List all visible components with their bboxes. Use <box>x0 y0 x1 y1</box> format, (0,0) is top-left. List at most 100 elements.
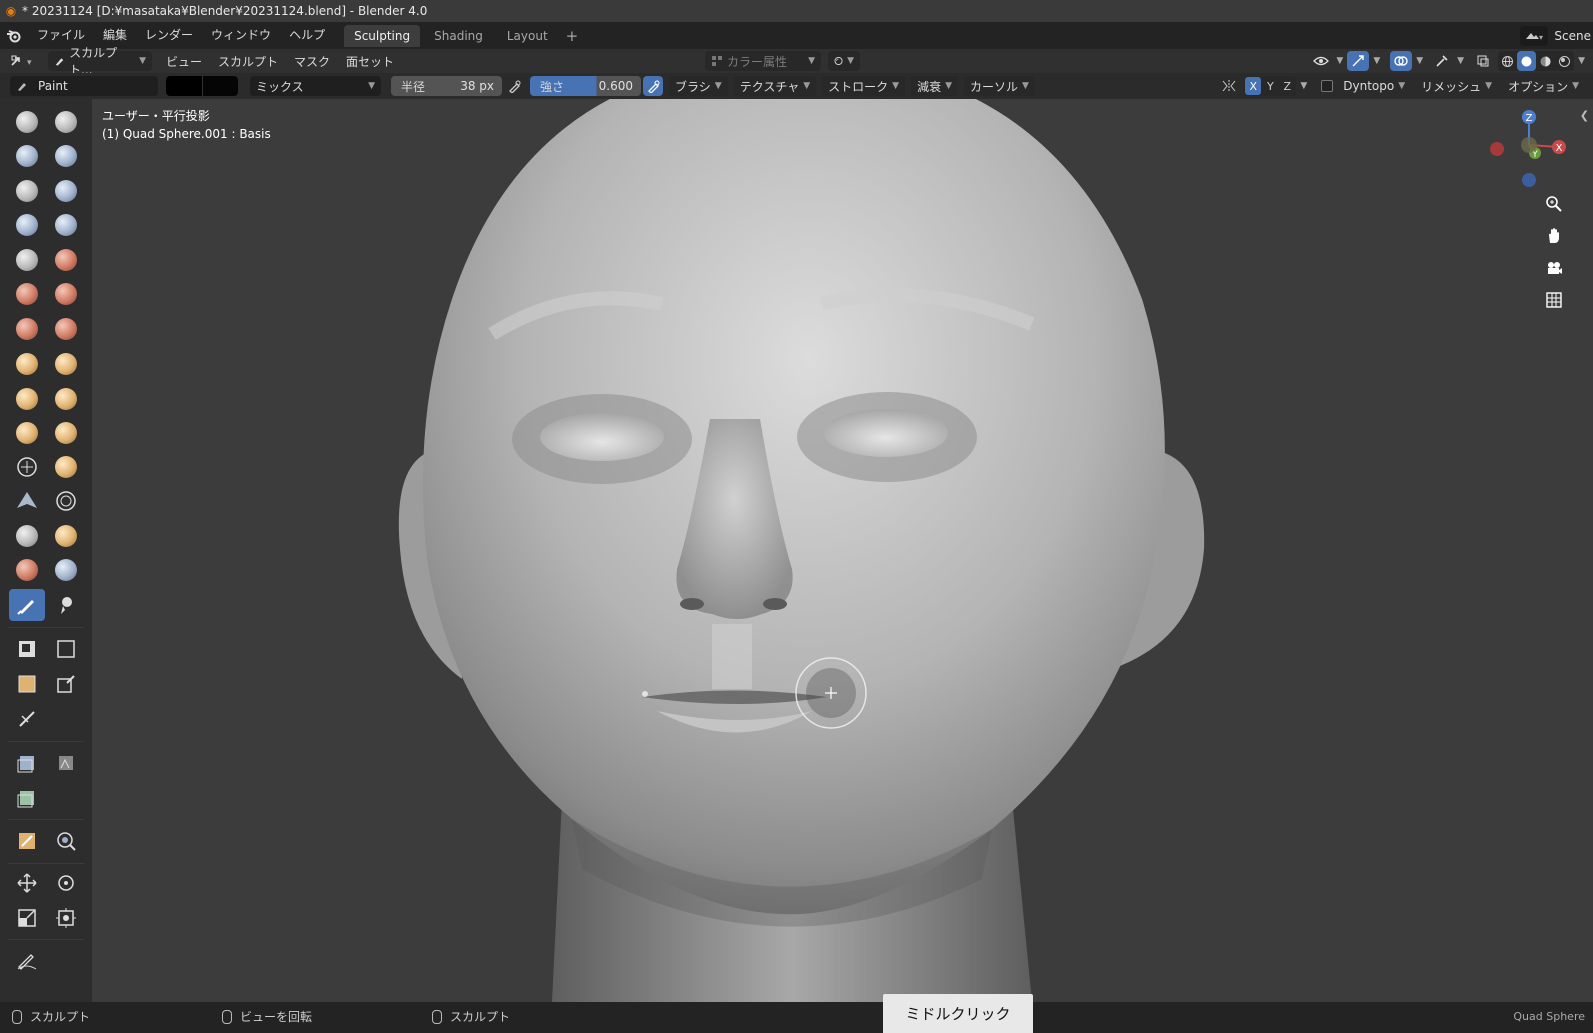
tool-clay-strips[interactable] <box>48 140 84 172</box>
visibility-icon[interactable] <box>1310 51 1332 71</box>
zoom-icon[interactable] <box>1541 191 1567 217</box>
tool-slide-relax[interactable] <box>48 451 84 483</box>
stroke-menu[interactable]: ストローク ▼ <box>822 76 906 96</box>
tool-draw-sharp[interactable] <box>48 106 84 138</box>
tool-mesh-filter[interactable] <box>9 747 45 779</box>
tool-mask[interactable] <box>48 520 84 552</box>
tool-nudge[interactable] <box>48 417 84 449</box>
tool-snake-hook[interactable] <box>9 383 45 415</box>
tool-layer[interactable] <box>9 175 45 207</box>
chevron-down-icon[interactable]: ▼ <box>1336 56 1343 66</box>
brush-selector[interactable]: Paint <box>10 76 158 96</box>
tab-sculpting[interactable]: Sculpting <box>344 24 421 47</box>
strength-field[interactable]: 強さ 0.600 <box>530 76 641 96</box>
tool-line-project[interactable] <box>9 703 45 735</box>
eyedropper-icon[interactable] <box>1431 51 1453 71</box>
menu-mask[interactable]: マスク <box>288 51 336 71</box>
solid-shading-icon[interactable] <box>1517 51 1537 71</box>
tool-crease[interactable] <box>48 209 84 241</box>
menu-view[interactable]: ビュー <box>160 51 208 71</box>
tool-scrape[interactable] <box>48 278 84 310</box>
tab-shading[interactable]: Shading <box>424 25 493 47</box>
overlays-icon[interactable] <box>1390 51 1413 71</box>
symmetry-z-toggle[interactable]: Z <box>1279 77 1295 95</box>
add-workspace-button[interactable]: + <box>558 27 587 45</box>
tool-annotate[interactable] <box>9 944 45 976</box>
tool-box-trim[interactable] <box>48 668 84 700</box>
symmetry-dropdown[interactable]: ▼ <box>828 51 860 71</box>
tool-rotate-transform[interactable] <box>48 867 84 899</box>
tool-rotate[interactable] <box>9 451 45 483</box>
camera-view-icon[interactable] <box>1541 255 1567 281</box>
radius-field[interactable]: 半径 38 px <box>391 76 502 96</box>
remesh-dropdown[interactable]: リメッシュ ▼ <box>1415 76 1498 96</box>
tool-multiplane-scrape[interactable] <box>9 313 45 345</box>
chevron-down-icon[interactable]: ▼ <box>1457 56 1464 66</box>
strength-pressure-button[interactable] <box>643 76 663 96</box>
pan-hand-icon[interactable] <box>1541 223 1567 249</box>
radius-pressure-button[interactable] <box>504 76 524 96</box>
tool-clay[interactable] <box>9 140 45 172</box>
navigation-gizmo[interactable]: Z X Y <box>1483 107 1573 197</box>
sculpted-head-mesh[interactable] <box>92 99 1593 1002</box>
options-dropdown[interactable]: オプション ▼ <box>1502 76 1585 96</box>
menu-window[interactable]: ウィンドウ <box>202 22 280 49</box>
menu-sculpt[interactable]: スカルプト <box>212 51 284 71</box>
tool-pinch[interactable] <box>48 313 84 345</box>
tool-grab[interactable] <box>9 348 45 380</box>
tab-layout[interactable]: Layout <box>497 25 558 47</box>
editor-type-icon[interactable]: ▾ <box>8 51 38 71</box>
tool-inflate[interactable] <box>48 175 84 207</box>
tool-simplify[interactable] <box>9 520 45 552</box>
blend-mode-dropdown[interactable]: ミックス ▼ <box>250 76 381 96</box>
dyntopo-checkbox[interactable] <box>1321 80 1334 92</box>
blender-menu-icon[interactable] <box>0 22 28 49</box>
dyntopo-dropdown[interactable]: Dyntopo ▼ <box>1337 76 1411 96</box>
tool-box-face-set[interactable] <box>9 668 45 700</box>
falloff-menu[interactable]: 減衰 ▼ <box>911 76 959 96</box>
tool-cloth-filter[interactable] <box>48 747 84 779</box>
symmetry-y-toggle[interactable]: Y <box>1262 77 1278 95</box>
brush-menu[interactable]: ブラシ ▼ <box>669 76 728 96</box>
texture-menu[interactable]: テクスチャ ▼ <box>733 76 817 96</box>
wireframe-shading-icon[interactable] <box>1498 51 1517 71</box>
tool-edit-face-set[interactable] <box>9 825 45 857</box>
tool-draw[interactable] <box>9 106 45 138</box>
tool-thumb[interactable] <box>48 383 84 415</box>
menu-help[interactable]: ヘルプ <box>280 22 334 49</box>
tool-fill[interactable] <box>9 278 45 310</box>
material-shading-icon[interactable] <box>1536 51 1555 71</box>
chevron-down-icon[interactable]: ▼ <box>1416 56 1423 66</box>
xray-toggle-icon[interactable] <box>1472 51 1494 71</box>
3d-viewport[interactable]: ユーザー・平行投影 (1) Quad Sphere.001 : Basis ❮ … <box>92 99 1593 1002</box>
sidebar-toggle-icon[interactable]: ❮ <box>1580 109 1589 122</box>
tool-multires-displacement[interactable] <box>48 554 84 586</box>
tool-flatten[interactable] <box>48 244 84 276</box>
tool-smear[interactable] <box>48 589 84 621</box>
tool-boundary[interactable] <box>9 485 45 517</box>
tool-paint[interactable] <box>9 589 45 621</box>
gizmo-toggle-icon[interactable] <box>1347 51 1370 71</box>
secondary-color-swatch[interactable] <box>202 76 238 96</box>
menu-face-sets[interactable]: 面セット <box>340 51 400 71</box>
tool-blob[interactable] <box>9 209 45 241</box>
mode-dropdown[interactable]: スカルプト... ▼ <box>48 46 152 77</box>
scene-browse-button[interactable]: ▾ <box>1520 25 1549 46</box>
tool-color-filter[interactable] <box>9 782 45 814</box>
chevron-down-icon[interactable]: ▼ <box>1578 56 1585 66</box>
tool-scale[interactable] <box>9 902 45 934</box>
chevron-down-icon[interactable]: ▼ <box>1300 81 1307 91</box>
tool-cloth[interactable] <box>48 485 84 517</box>
color-attribute-dropdown[interactable]: カラー属性 ▼ <box>705 51 821 71</box>
primary-color-swatch[interactable] <box>166 76 202 96</box>
tool-move[interactable] <box>9 867 45 899</box>
cursor-menu[interactable]: カーソル ▼ <box>964 76 1035 96</box>
symmetry-x-toggle[interactable]: X <box>1245 77 1262 95</box>
rendered-shading-icon[interactable] <box>1555 51 1574 71</box>
tool-smooth[interactable] <box>9 244 45 276</box>
tool-transform[interactable] <box>48 902 84 934</box>
menu-render[interactable]: レンダー <box>136 22 202 49</box>
tool-mask-by-color[interactable] <box>48 825 84 857</box>
tool-draw-face-sets[interactable] <box>9 554 45 586</box>
chevron-down-icon[interactable]: ▼ <box>1373 56 1380 66</box>
